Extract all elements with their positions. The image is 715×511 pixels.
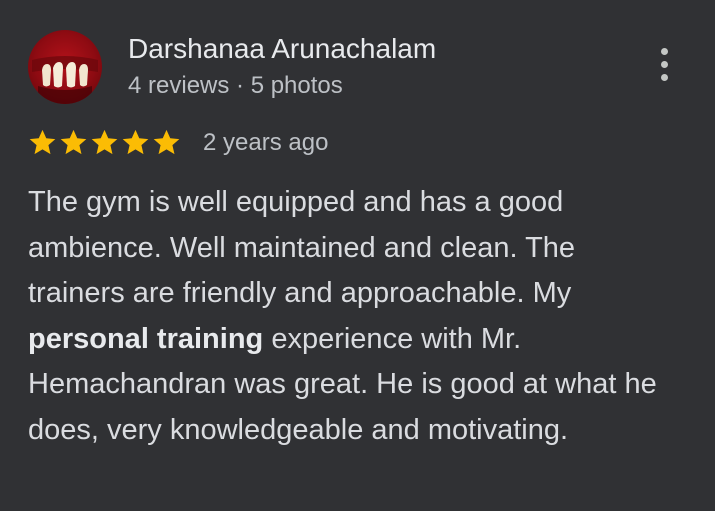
author-name[interactable]: Darshanaa Arunachalam [128, 32, 436, 66]
review-card: Darshanaa Arunachalam 4 reviews · 5 phot… [0, 0, 715, 511]
review-text: The gym is well equipped and has a good … [28, 180, 668, 454]
more-options-button[interactable] [648, 40, 680, 88]
star-icon [60, 129, 87, 154]
star-icon [29, 129, 56, 154]
star-icon [91, 129, 118, 154]
author-meta[interactable]: 4 reviews · 5 photos [128, 71, 343, 101]
review-highlight: personal training [28, 322, 264, 355]
review-text-part-1: The gym is well equipped and has a good … [28, 186, 576, 310]
star-rating [28, 125, 181, 159]
more-vert-icon [660, 47, 668, 55]
more-vert-icon-dot [660, 60, 668, 68]
review-time: 2 years ago [203, 129, 329, 156]
star-icon [153, 129, 180, 154]
star-icon [122, 129, 149, 154]
author-avatar[interactable] [28, 30, 102, 104]
avatar-image [32, 56, 98, 104]
more-vert-icon-dot [660, 73, 668, 81]
